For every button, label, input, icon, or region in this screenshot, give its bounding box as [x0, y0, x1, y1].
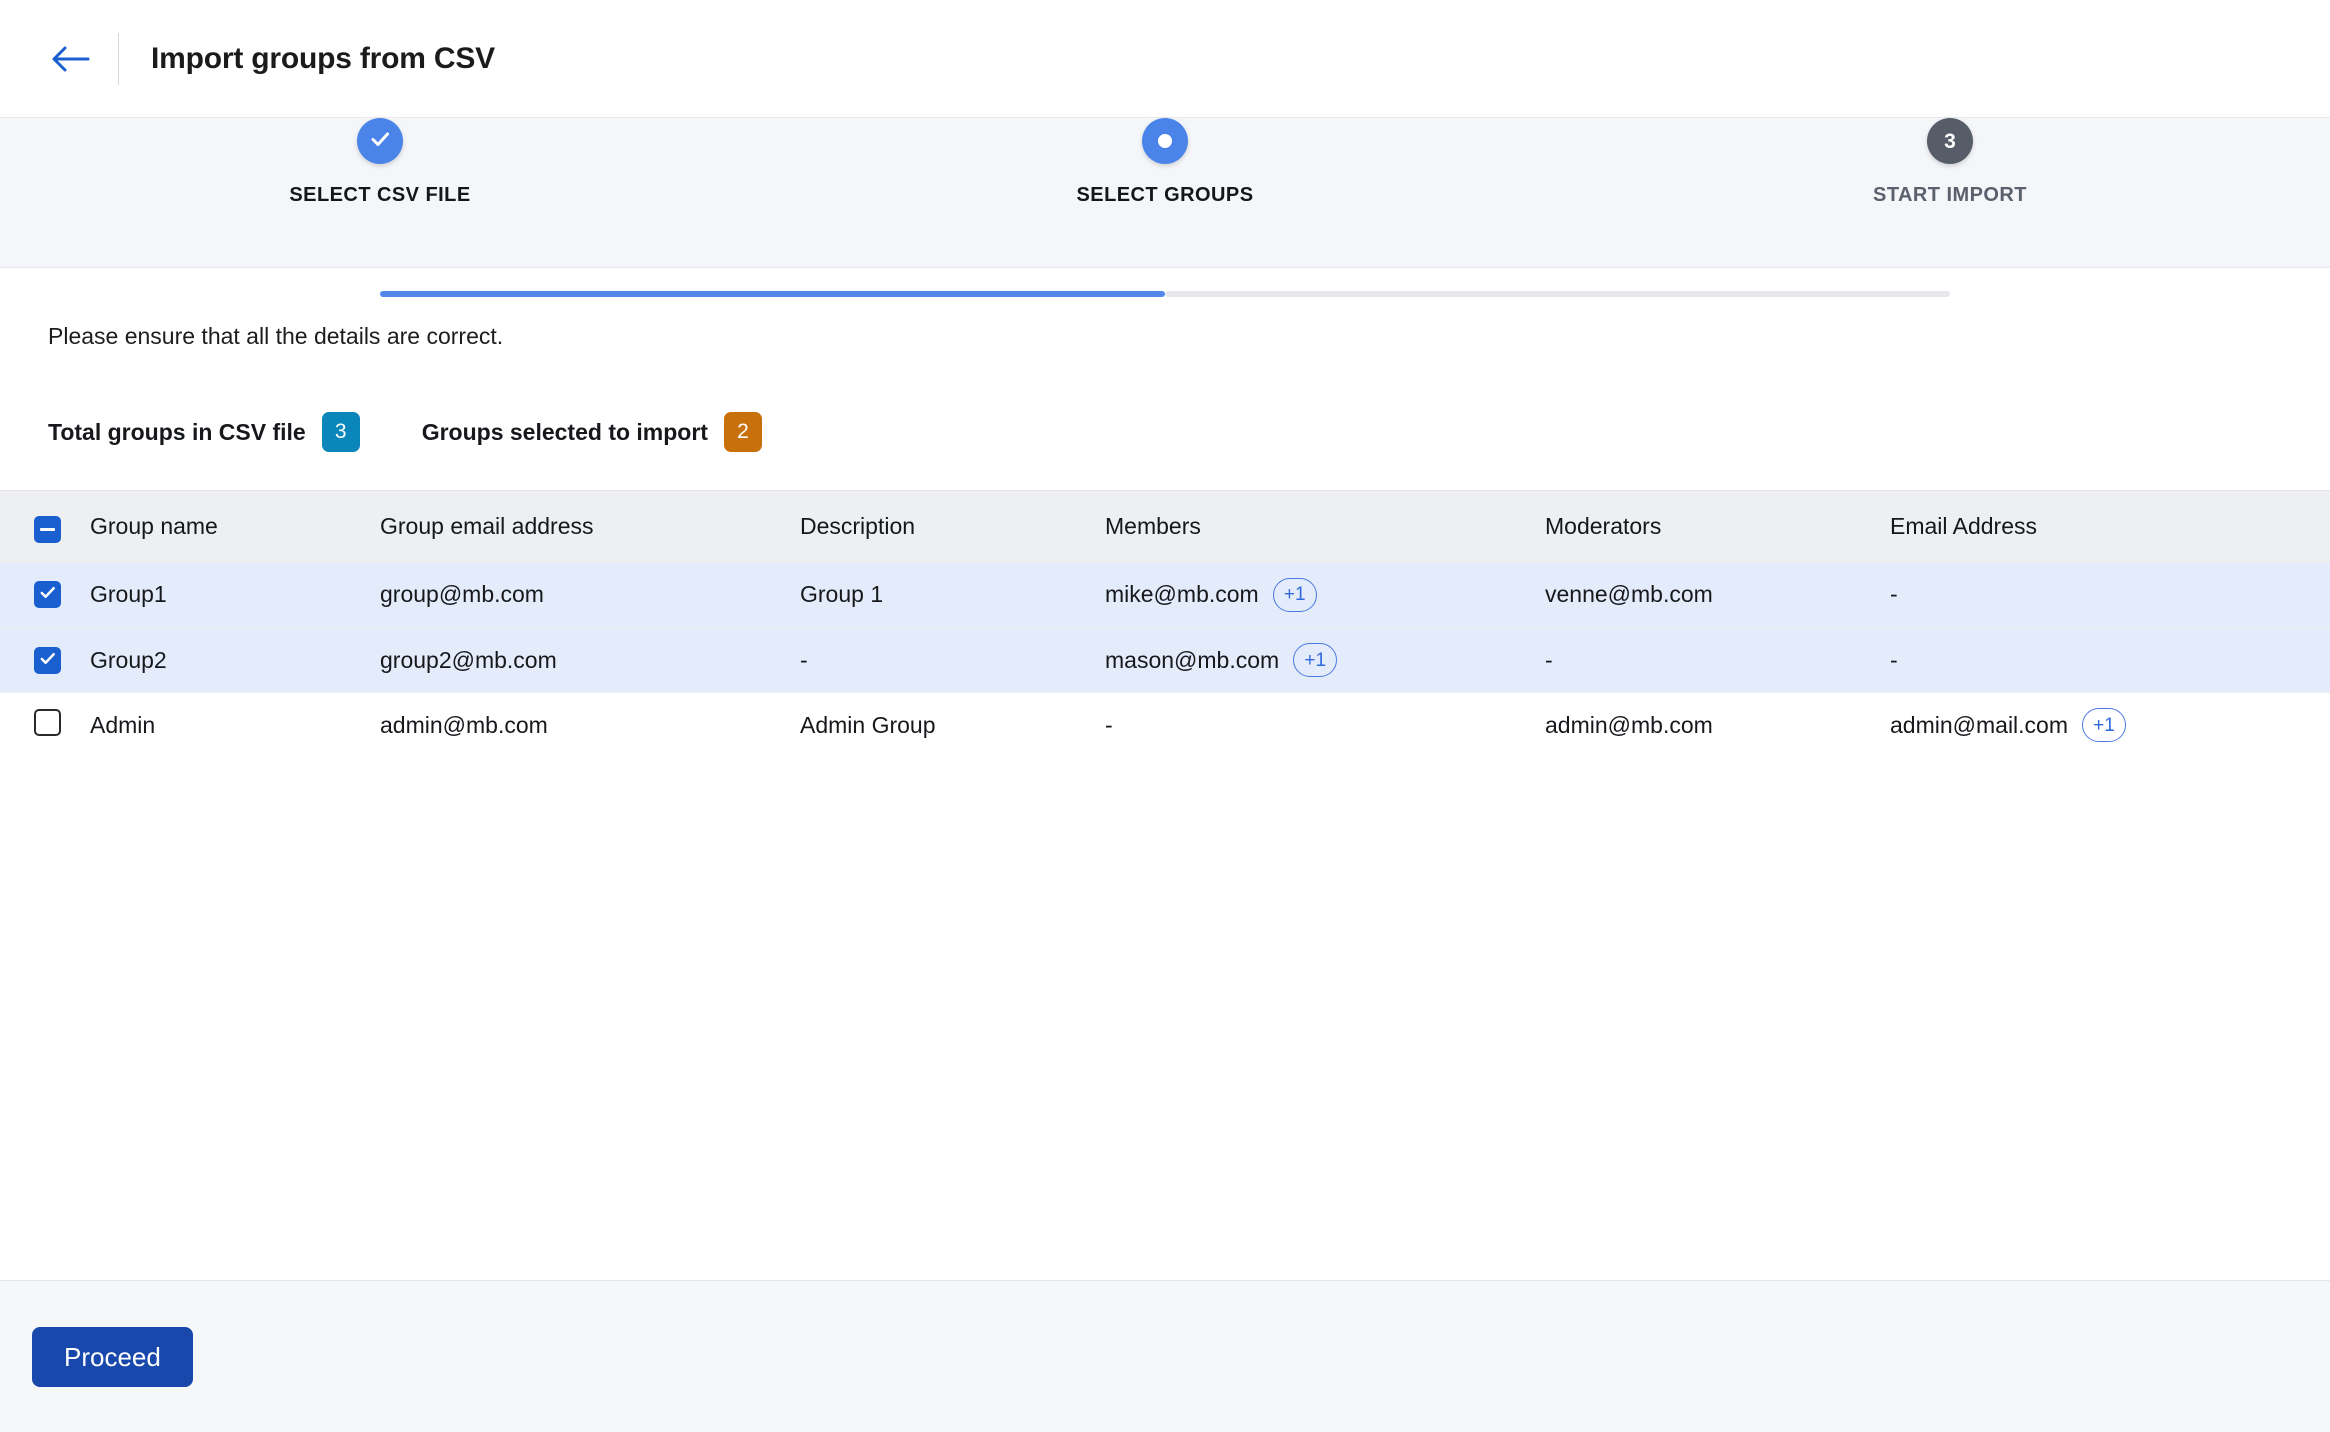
row-select-cell	[0, 693, 90, 758]
page-footer: Proceed	[0, 1280, 2330, 1432]
table-body: Group1 group@mb.com Group 1 mike@mb.com …	[0, 562, 2330, 758]
step-3-number: 3	[1944, 129, 1956, 153]
table-row[interactable]: Group1 group@mb.com Group 1 mike@mb.com …	[0, 562, 2330, 628]
row-checkbox[interactable]	[34, 708, 61, 736]
cell-group-name: Group1	[90, 581, 167, 608]
cell-moderators: admin@mb.com	[1545, 711, 1713, 738]
header-divider	[118, 32, 119, 85]
import-groups-page: Import groups from CSV SELECT CSV FILE S…	[0, 0, 2330, 1432]
table-row[interactable]: Group2 group2@mb.com - mason@mb.com +1 -…	[0, 627, 2330, 693]
row-select-cell	[0, 563, 90, 628]
column-header-group-name[interactable]: Group name	[90, 491, 380, 563]
groups-table-wrapper: Group name Group email address Descripti…	[0, 490, 2330, 758]
table-head: Group name Group email address Descripti…	[0, 490, 2330, 563]
check-icon	[38, 581, 57, 608]
step-select-csv-file[interactable]: SELECT CSV FILE	[230, 118, 530, 207]
cell-moderators: -	[1545, 646, 1553, 673]
members-more-pill[interactable]: +1	[1272, 577, 1317, 612]
main-content: Please ensure that all the details are c…	[0, 268, 2330, 1280]
cell-description: -	[800, 646, 808, 673]
cell-moderators: venne@mb.com	[1545, 581, 1713, 608]
step-start-import[interactable]: 3 START IMPORT	[1800, 118, 2100, 207]
cell-group-email: group@mb.com	[380, 581, 544, 608]
cell-group-name: Admin	[90, 711, 156, 738]
page-header: Import groups from CSV	[0, 0, 2330, 118]
cell-members: mason@mb.com +1	[1105, 628, 1545, 693]
back-button[interactable]	[42, 31, 98, 87]
selected-groups-badge: 2	[723, 412, 762, 452]
counts-row: Total groups in CSV file 3 Groups select…	[0, 350, 2330, 452]
cell-email-address: -	[1890, 646, 1898, 673]
current-step-dot-icon	[1158, 134, 1172, 148]
select-all-checkbox[interactable]	[34, 516, 61, 544]
row-checkbox[interactable]	[34, 581, 61, 609]
step-2-label: SELECT GROUPS	[1076, 184, 1254, 206]
groups-table: Group name Group email address Descripti…	[0, 490, 2330, 758]
connector-completed	[380, 291, 1165, 297]
email-address-value: admin@mail.com	[1890, 711, 2069, 738]
check-icon	[38, 647, 57, 674]
members-value: mike@mb.com	[1105, 581, 1259, 608]
cell-members: -	[1105, 711, 1113, 738]
row-checkbox[interactable]	[34, 646, 61, 674]
notice-text: Please ensure that all the details are c…	[48, 323, 504, 349]
table-header-row: Group name Group email address Descripti…	[0, 490, 2330, 563]
members-value: mason@mb.com	[1105, 646, 1280, 673]
total-groups-label: Total groups in CSV file	[48, 418, 306, 445]
cell-group-email: group2@mb.com	[380, 646, 557, 673]
cell-description: Group 1	[800, 581, 884, 608]
indeterminate-dash-icon	[40, 528, 55, 532]
column-header-description[interactable]: Description	[800, 491, 1105, 563]
connector-upcoming	[1165, 291, 1950, 297]
column-header-members[interactable]: Members	[1105, 491, 1545, 563]
step-3-label: START IMPORT	[1873, 184, 2027, 206]
cell-email-address: admin@mail.com +1	[1890, 693, 2330, 758]
total-groups-badge: 3	[321, 412, 360, 452]
column-header-moderators[interactable]: Moderators	[1545, 491, 1890, 563]
cell-description: Admin Group	[800, 711, 936, 738]
select-all-cell	[0, 491, 90, 563]
step-1-marker	[357, 118, 403, 164]
stepper-band: SELECT CSV FILE SELECT GROUPS 3 START IM…	[0, 118, 2330, 297]
stepper: SELECT CSV FILE SELECT GROUPS 3 START IM…	[0, 118, 2330, 297]
step-2-marker	[1142, 118, 1188, 164]
arrow-left-icon	[50, 43, 90, 75]
check-icon	[368, 127, 392, 156]
table-row[interactable]: Admin admin@mb.com Admin Group - admin@m…	[0, 692, 2330, 758]
step-1-label: SELECT CSV FILE	[289, 184, 471, 206]
cell-group-name: Group2	[90, 646, 167, 673]
step-select-groups[interactable]: SELECT GROUPS	[1015, 118, 1315, 207]
page-title: Import groups from CSV	[151, 41, 495, 75]
stepper-connectors	[0, 291, 2330, 297]
table-empty-space	[0, 757, 2330, 1280]
selected-groups-count: Groups selected to import 2	[422, 412, 762, 452]
members-more-pill[interactable]: +1	[1293, 643, 1338, 677]
cell-email-address: -	[1890, 581, 1898, 608]
cell-members: mike@mb.com +1	[1105, 563, 1545, 628]
selected-groups-label: Groups selected to import	[421, 418, 708, 445]
cell-group-email: admin@mb.com	[380, 711, 548, 738]
proceed-button[interactable]: Proceed	[32, 1326, 193, 1387]
step-3-marker: 3	[1927, 118, 1973, 164]
column-header-email-address[interactable]: Email Address	[1890, 491, 2330, 563]
column-header-group-email[interactable]: Group email address	[380, 491, 800, 563]
row-select-cell	[0, 628, 90, 693]
total-groups-count: Total groups in CSV file 3	[48, 412, 360, 452]
email-address-more-pill[interactable]: +1	[2082, 708, 2127, 743]
